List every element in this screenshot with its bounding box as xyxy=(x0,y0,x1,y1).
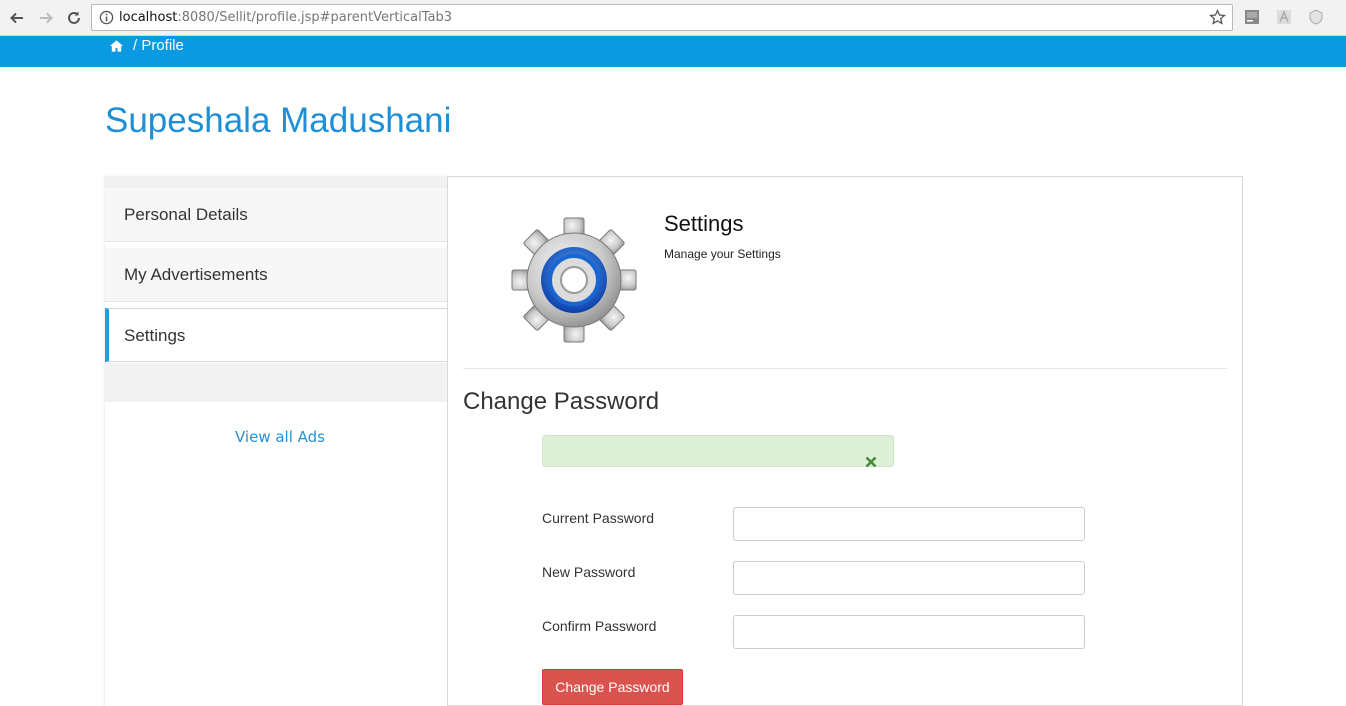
success-alert xyxy=(542,435,894,468)
sidebar-top-strip xyxy=(105,176,448,188)
new-password-field[interactable] xyxy=(733,561,1085,595)
profile-name: Supeshala Madushani xyxy=(105,101,452,140)
info-icon[interactable] xyxy=(99,10,114,25)
change-password-button[interactable]: Change Password xyxy=(542,669,683,705)
new-password-label: New Password xyxy=(542,564,636,580)
shield-extension-icon[interactable] xyxy=(1308,9,1324,25)
url-path: :8080/Sellit/profile.jsp#parentVerticalT… xyxy=(177,10,453,25)
pdf-extension-icon[interactable] xyxy=(1276,9,1292,25)
change-password-title: Change Password xyxy=(463,388,660,415)
jetbrains-extension-icon[interactable] xyxy=(1244,9,1260,25)
tab-label: My Advertisements xyxy=(124,265,268,284)
browser-toolbar: localhost:8080/Sellit/profile.jsp#parent… xyxy=(0,0,1346,36)
back-arrow-icon xyxy=(10,12,23,24)
forward-arrow-icon xyxy=(40,12,53,24)
url-host: localhost xyxy=(119,10,178,25)
reload-icon xyxy=(68,11,80,24)
url-text: localhost:8080/Sellit/profile.jsp#parent… xyxy=(119,10,452,25)
gear-icon xyxy=(511,217,637,343)
confirm-password-field[interactable] xyxy=(733,615,1085,649)
settings-panel: Settings Manage your Settings Change Pas… xyxy=(447,176,1243,706)
current-password-label: Current Password xyxy=(542,510,655,526)
home-icon[interactable] xyxy=(109,39,124,53)
confirm-password-label: Confirm Password xyxy=(542,618,657,634)
settings-title: Settings xyxy=(664,211,744,236)
current-password-field[interactable] xyxy=(733,507,1085,541)
tab-personal-details[interactable]: Personal Details xyxy=(105,188,448,242)
sidebar: Personal Details My Advertisements Setti… xyxy=(105,176,448,706)
breadcrumb: / Profile xyxy=(133,37,184,54)
sidebar-spacer xyxy=(105,363,448,402)
divider xyxy=(463,368,1227,369)
tab-settings[interactable]: Settings xyxy=(105,308,448,362)
address-bar[interactable]: localhost:8080/Sellit/profile.jsp#parent… xyxy=(91,4,1233,31)
tab-label: Settings xyxy=(124,326,186,345)
close-icon[interactable] xyxy=(865,456,877,468)
tab-my-advertisements[interactable]: My Advertisements xyxy=(105,248,448,302)
back-button[interactable] xyxy=(6,7,28,29)
forward-button[interactable] xyxy=(35,7,57,29)
bookmark-star-icon[interactable] xyxy=(1209,9,1226,26)
tab-label: Personal Details xyxy=(124,205,248,224)
view-all-ads-link[interactable]: View all Ads xyxy=(235,428,325,446)
settings-subtitle: Manage your Settings xyxy=(664,247,781,261)
breadcrumb-bar: / Profile xyxy=(0,36,1346,67)
reload-button[interactable] xyxy=(63,7,85,29)
